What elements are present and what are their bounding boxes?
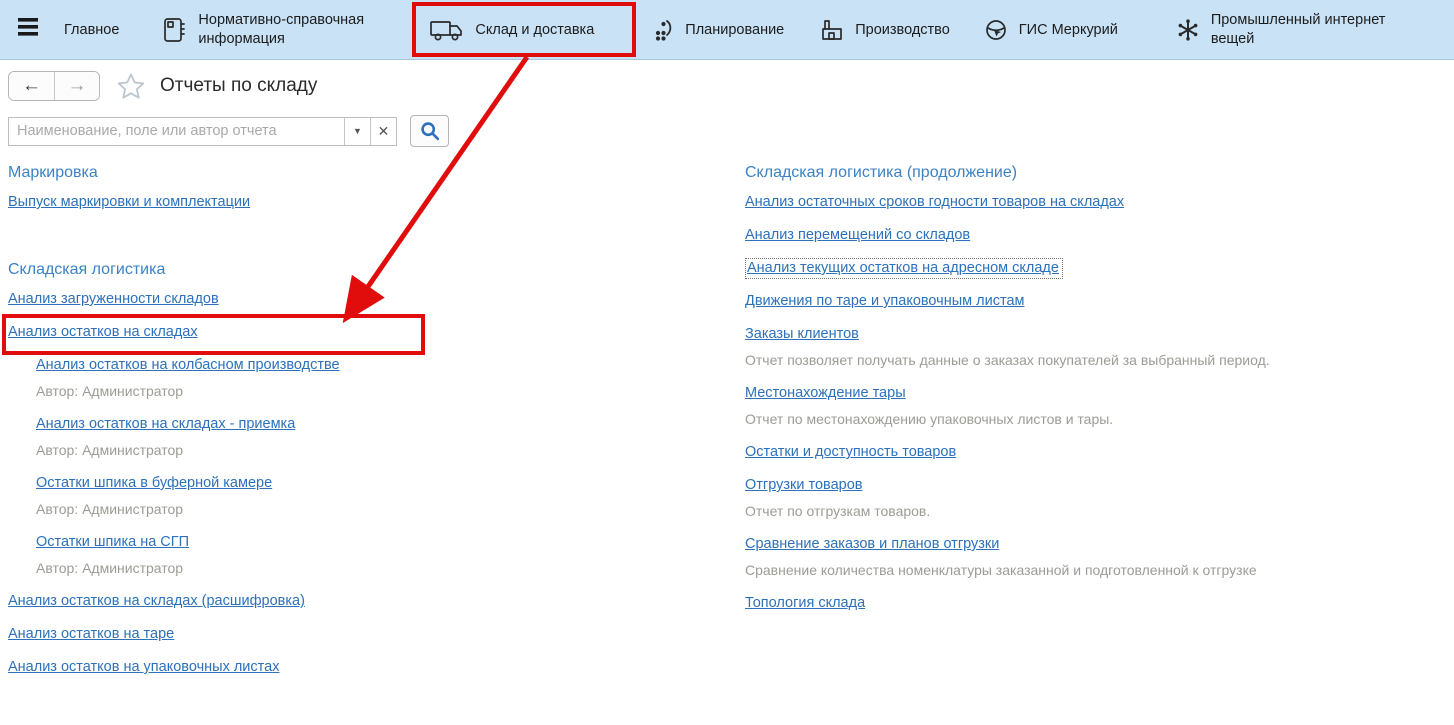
report-link[interactable]: Анализ загруженности складов bbox=[8, 291, 219, 307]
section-header: Маркировка bbox=[8, 162, 745, 184]
section-header: Складская логистика (продолжение) bbox=[745, 162, 1454, 184]
report-item: Анализ остатков на колбасном производств… bbox=[36, 355, 745, 401]
report-item: Остатки шпика в буферной камере Автор: А… bbox=[36, 473, 745, 519]
report-link[interactable]: Отгрузки товаров bbox=[745, 477, 862, 493]
page-title: Отчеты по складу bbox=[160, 75, 317, 97]
back-button[interactable]: ← bbox=[9, 72, 54, 100]
section-header: Складская логистика bbox=[8, 259, 745, 281]
report-link[interactable]: Анализ остатков на складах (расшифровка) bbox=[8, 593, 305, 609]
tab-label: Производство bbox=[855, 22, 950, 38]
dots-icon bbox=[652, 17, 674, 43]
tab-production[interactable]: Производство bbox=[820, 17, 950, 43]
search-input[interactable] bbox=[9, 118, 344, 145]
tab-industrial-iot[interactable]: Промышленный интернет вещей bbox=[1176, 11, 1401, 49]
report-item-focused: Анализ текущих остатков на адресном скла… bbox=[745, 258, 1454, 278]
tab-reference-info[interactable]: Нормативно-справочная информация bbox=[161, 11, 398, 49]
search-row: ▼ ✕ bbox=[8, 115, 1454, 147]
report-link[interactable]: Анализ остатков на складах - приемка bbox=[36, 416, 295, 432]
search-dropdown-button[interactable]: ▼ bbox=[344, 118, 370, 145]
tab-label: Главное bbox=[64, 22, 119, 38]
report-link[interactable]: Анализ остатков на складах bbox=[8, 324, 198, 340]
report-item: Анализ загруженности складов bbox=[8, 289, 745, 309]
report-item: Анализ остатков на упаковочных листах bbox=[8, 657, 745, 677]
notebook-icon bbox=[161, 16, 187, 44]
report-item: Остатки шпика на СГП Автор: Администрато… bbox=[36, 532, 745, 578]
report-link[interactable]: Сравнение заказов и планов отгрузки bbox=[745, 536, 999, 552]
truck-icon bbox=[428, 16, 464, 44]
author-label: Автор: Администратор bbox=[36, 441, 745, 460]
menu-icon[interactable] bbox=[18, 18, 40, 41]
report-link[interactable]: Движения по таре и упаковочным листам bbox=[745, 293, 1024, 309]
author-label: Автор: Администратор bbox=[36, 500, 745, 519]
author-label: Автор: Администратор bbox=[36, 559, 745, 578]
tab-gis-mercury[interactable]: ГИС Меркурий bbox=[984, 18, 1118, 42]
tab-label: Планирование bbox=[685, 22, 784, 38]
report-link[interactable]: Остатки и доступность товаров bbox=[745, 444, 956, 460]
section-warehouse-logistics-continued: Складская логистика (продолжение) Анализ… bbox=[745, 162, 1454, 613]
tab-main[interactable]: Главное bbox=[64, 22, 119, 38]
report-link[interactable]: Выпуск маркировки и комплектации bbox=[8, 194, 250, 210]
report-link[interactable]: Анализ остатков на упаковочных листах bbox=[8, 659, 279, 675]
report-item: Отгрузки товаров Отчет по отгрузкам това… bbox=[745, 475, 1454, 521]
report-link[interactable]: Остатки шпика в буферной камере bbox=[36, 475, 272, 491]
right-column: Складская логистика (продолжение) Анализ… bbox=[745, 162, 1454, 724]
tab-label: ГИС Меркурий bbox=[1019, 22, 1118, 38]
favorite-star-icon[interactable] bbox=[116, 72, 146, 101]
tab-label: Промышленный интернет вещей bbox=[1211, 11, 1401, 49]
author-label: Автор: Администратор bbox=[36, 382, 745, 401]
report-link[interactable]: Анализ остатков на колбасном производств… bbox=[36, 357, 340, 373]
report-item: Остатки и доступность товаров bbox=[745, 442, 1454, 462]
report-item: Анализ перемещений со складов bbox=[745, 225, 1454, 245]
forward-button[interactable]: → bbox=[54, 72, 99, 100]
report-item: Местонахождение тары Отчет по местонахож… bbox=[745, 383, 1454, 429]
section-warehouse-logistics: Складская логистика Анализ загруженности… bbox=[8, 259, 745, 677]
report-description: Отчет позволяет получать данные о заказа… bbox=[745, 351, 1454, 370]
report-item: Заказы клиентов Отчет позволяет получать… bbox=[745, 324, 1454, 370]
search-field: ▼ ✕ bbox=[8, 117, 397, 146]
top-nav-bar: Главное Нормативно-справочная информация… bbox=[0, 0, 1454, 60]
history-buttons: ← → bbox=[8, 71, 100, 101]
report-item: Анализ остатков на складах (расшифровка) bbox=[8, 591, 745, 611]
report-item: Сравнение заказов и планов отгрузки Срав… bbox=[745, 534, 1454, 580]
page-content: ← → Отчеты по складу ▼ ✕ Марк bbox=[0, 60, 1454, 724]
report-description: Отчет по местонахождению упаковочных лис… bbox=[745, 410, 1454, 429]
tab-warehouse-delivery[interactable]: Склад и доставка bbox=[428, 16, 594, 44]
section-marking: Маркировка Выпуск маркировки и комплекта… bbox=[8, 162, 745, 212]
report-item: Анализ остаточных сроков годности товаро… bbox=[745, 192, 1454, 212]
report-item: Анализ остатков на таре bbox=[8, 624, 745, 644]
tab-planning[interactable]: Планирование bbox=[652, 17, 784, 43]
globe-icon bbox=[984, 18, 1008, 42]
report-link[interactable]: Анализ остатков на таре bbox=[8, 626, 174, 642]
factory-icon bbox=[820, 17, 844, 43]
left-column: Маркировка Выпуск маркировки и комплекта… bbox=[8, 162, 745, 724]
search-icon bbox=[419, 120, 441, 142]
iot-asterisk-icon bbox=[1176, 18, 1200, 42]
tab-label: Нормативно-справочная информация bbox=[198, 11, 398, 49]
report-link[interactable]: Местонахождение тары bbox=[745, 385, 906, 401]
report-item: Топология склада bbox=[745, 593, 1454, 613]
report-link[interactable]: Топология склада bbox=[745, 595, 865, 611]
tab-label: Склад и доставка bbox=[475, 22, 594, 38]
report-description: Отчет по отгрузкам товаров. bbox=[745, 502, 1454, 521]
search-button[interactable] bbox=[410, 115, 449, 147]
report-link[interactable]: Анализ остаточных сроков годности товаро… bbox=[745, 194, 1124, 210]
report-columns: Маркировка Выпуск маркировки и комплекта… bbox=[8, 162, 1454, 724]
report-link[interactable]: Анализ текущих остатков на адресном скла… bbox=[745, 258, 1063, 279]
report-item: Анализ остатков на складах - приемка Авт… bbox=[36, 414, 745, 460]
toolbar: ← → Отчеты по складу bbox=[8, 70, 1454, 102]
report-link[interactable]: Остатки шпика на СГП bbox=[36, 534, 189, 550]
report-item: Выпуск маркировки и комплектации bbox=[8, 192, 745, 212]
report-item-highlighted: Анализ остатков на складах bbox=[8, 322, 745, 342]
search-clear-button[interactable]: ✕ bbox=[370, 118, 396, 145]
report-link[interactable]: Заказы клиентов bbox=[745, 326, 859, 342]
report-link[interactable]: Анализ перемещений со складов bbox=[745, 227, 970, 243]
report-item: Движения по таре и упаковочным листам bbox=[745, 291, 1454, 311]
report-description: Сравнение количества номенклатуры заказа… bbox=[745, 561, 1454, 580]
